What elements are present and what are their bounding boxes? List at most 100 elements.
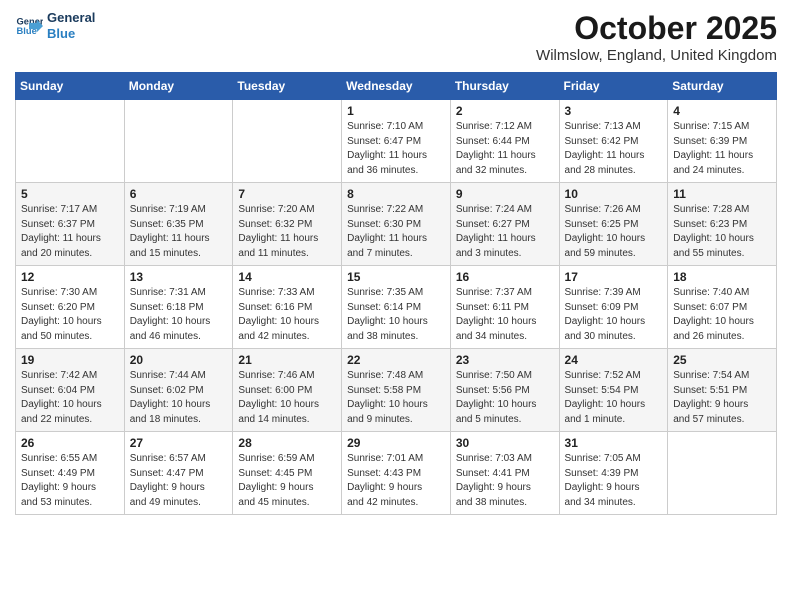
calendar-cell: 13 Sunrise: 7:31 AM Sunset: 6:18 PM Dayli… (124, 266, 233, 349)
calendar-cell: 1Sunrise: 7:10 AM Sunset: 6:47 PM Daylig… (342, 100, 451, 183)
day-info: Sunrise: 7:50 AM Sunset: 5:56 PM Dayligh… (456, 369, 554, 427)
calendar-cell: 29Sunrise: 7:01 AM Sunset: 4:43 PM Dayli… (342, 432, 451, 515)
calendar-cell: 25Sunrise: 7:54 AM Sunset: 5:51 PM Dayli… (668, 349, 777, 432)
day-info: Sunrise: 7:54 AM Sunset: 5:51 PM Dayligh… (673, 369, 771, 427)
day-number: 28 (238, 436, 336, 450)
week-row-5: 26Sunrise: 6:55 AM Sunset: 4:49 PM Dayli… (16, 432, 777, 515)
day-number: 12 (21, 270, 119, 284)
day-number: 31 (565, 436, 663, 450)
calendar-table: SundayMondayTuesdayWednesdayThursdayFrid… (15, 72, 777, 515)
day-info: Sunrise: 7:13 AM Sunset: 6:42 PM Dayligh… (565, 120, 663, 178)
calendar-cell: 12 Sunrise: 7:30 AM Sunset: 6:20 PM Dayli… (16, 266, 125, 349)
day-number: 6 (130, 187, 228, 201)
weekday-header-friday: Friday (559, 73, 668, 100)
day-number: 24 (565, 353, 663, 367)
day-info: Sunrise: 7:17 AM Sunset: 6:37 PM Dayligh… (21, 203, 119, 261)
day-info: Sunrise: 7:22 AM Sunset: 6:30 PM Dayligh… (347, 203, 445, 261)
calendar-cell: 16 Sunrise: 7:37 AM Sunset: 6:11 PM Dayli… (450, 266, 559, 349)
calendar-cell: 4 Sunrise: 7:15 AM Sunset: 6:39 PM Daylig… (668, 100, 777, 183)
logo-text: General Blue (47, 10, 95, 41)
weekday-header-saturday: Saturday (668, 73, 777, 100)
calendar-cell: 3 Sunrise: 7:13 AM Sunset: 6:42 PM Daylig… (559, 100, 668, 183)
day-number: 22 (347, 353, 445, 367)
location-title: Wilmslow, England, United Kingdom (536, 47, 777, 64)
day-info: Sunrise: 7:05 AM Sunset: 4:39 PM Dayligh… (565, 452, 663, 510)
calendar-cell (124, 100, 233, 183)
calendar-cell: 31 Sunrise: 7:05 AM Sunset: 4:39 PM Dayli… (559, 432, 668, 515)
calendar-cell: 8 Sunrise: 7:22 AM Sunset: 6:30 PM Daylig… (342, 183, 451, 266)
weekday-header-row: SundayMondayTuesdayWednesdayThursdayFrid… (16, 73, 777, 100)
day-number: 5 (21, 187, 119, 201)
weekday-header-wednesday: Wednesday (342, 73, 451, 100)
day-number: 9 (456, 187, 554, 201)
calendar-cell (16, 100, 125, 183)
calendar-cell: 19 Sunrise: 7:42 AM Sunset: 6:04 PM Dayli… (16, 349, 125, 432)
day-number: 16 (456, 270, 554, 284)
calendar-cell: 15 Sunrise: 7:35 AM Sunset: 6:14 PM Dayli… (342, 266, 451, 349)
calendar-cell: 10 Sunrise: 7:26 AM Sunset: 6:25 PM Dayli… (559, 183, 668, 266)
day-number: 8 (347, 187, 445, 201)
day-number: 20 (130, 353, 228, 367)
day-info: Sunrise: 7:19 AM Sunset: 6:35 PM Dayligh… (130, 203, 228, 261)
day-info: Sunrise: 7:24 AM Sunset: 6:27 PM Dayligh… (456, 203, 554, 261)
calendar-cell: 27 Sunrise: 6:57 AM Sunset: 4:47 PM Dayli… (124, 432, 233, 515)
calendar-cell: 17 Sunrise: 7:39 AM Sunset: 6:09 PM Dayli… (559, 266, 668, 349)
day-number: 11 (673, 187, 771, 201)
calendar-cell: 2Sunrise: 7:12 AM Sunset: 6:44 PM Daylig… (450, 100, 559, 183)
day-number: 3 (565, 104, 663, 118)
calendar-cell: 14 Sunrise: 7:33 AM Sunset: 6:16 PM Dayli… (233, 266, 342, 349)
week-row-1: 1Sunrise: 7:10 AM Sunset: 6:47 PM Daylig… (16, 100, 777, 183)
day-number: 30 (456, 436, 554, 450)
header: General Blue General Blue October 2025 W… (15, 10, 777, 64)
day-info: Sunrise: 7:01 AM Sunset: 4:43 PM Dayligh… (347, 452, 445, 510)
week-row-2: 5 Sunrise: 7:17 AM Sunset: 6:37 PM Daylig… (16, 183, 777, 266)
calendar-cell: 30 Sunrise: 7:03 AM Sunset: 4:41 PM Dayli… (450, 432, 559, 515)
calendar-cell: 28 Sunrise: 6:59 AM Sunset: 4:45 PM Dayli… (233, 432, 342, 515)
day-info: Sunrise: 7:52 AM Sunset: 5:54 PM Dayligh… (565, 369, 663, 427)
day-info: Sunrise: 7:12 AM Sunset: 6:44 PM Dayligh… (456, 120, 554, 178)
day-number: 21 (238, 353, 336, 367)
day-number: 4 (673, 104, 771, 118)
weekday-header-sunday: Sunday (16, 73, 125, 100)
day-info: Sunrise: 7:48 AM Sunset: 5:58 PM Dayligh… (347, 369, 445, 427)
day-number: 19 (21, 353, 119, 367)
day-info: Sunrise: 7:30 AM Sunset: 6:20 PM Dayligh… (21, 286, 119, 344)
day-info: Sunrise: 7:26 AM Sunset: 6:25 PM Dayligh… (565, 203, 663, 261)
week-row-4: 19 Sunrise: 7:42 AM Sunset: 6:04 PM Dayli… (16, 349, 777, 432)
day-number: 15 (347, 270, 445, 284)
day-info: Sunrise: 6:57 AM Sunset: 4:47 PM Dayligh… (130, 452, 228, 510)
day-number: 1 (347, 104, 445, 118)
calendar-cell: 20 Sunrise: 7:44 AM Sunset: 6:02 PM Dayli… (124, 349, 233, 432)
day-number: 10 (565, 187, 663, 201)
day-info: Sunrise: 7:31 AM Sunset: 6:18 PM Dayligh… (130, 286, 228, 344)
calendar-cell: 26Sunrise: 6:55 AM Sunset: 4:49 PM Dayli… (16, 432, 125, 515)
day-info: Sunrise: 7:03 AM Sunset: 4:41 PM Dayligh… (456, 452, 554, 510)
day-info: Sunrise: 7:37 AM Sunset: 6:11 PM Dayligh… (456, 286, 554, 344)
day-info: Sunrise: 7:40 AM Sunset: 6:07 PM Dayligh… (673, 286, 771, 344)
day-info: Sunrise: 7:42 AM Sunset: 6:04 PM Dayligh… (21, 369, 119, 427)
title-area: October 2025 Wilmslow, England, United K… (536, 10, 777, 64)
day-number: 27 (130, 436, 228, 450)
day-info: Sunrise: 7:33 AM Sunset: 6:16 PM Dayligh… (238, 286, 336, 344)
calendar-cell: 6 Sunrise: 7:19 AM Sunset: 6:35 PM Daylig… (124, 183, 233, 266)
day-number: 18 (673, 270, 771, 284)
calendar-cell (233, 100, 342, 183)
day-info: Sunrise: 6:59 AM Sunset: 4:45 PM Dayligh… (238, 452, 336, 510)
day-info: Sunrise: 7:35 AM Sunset: 6:14 PM Dayligh… (347, 286, 445, 344)
weekday-header-thursday: Thursday (450, 73, 559, 100)
day-number: 17 (565, 270, 663, 284)
day-number: 13 (130, 270, 228, 284)
day-info: Sunrise: 6:55 AM Sunset: 4:49 PM Dayligh… (21, 452, 119, 510)
day-number: 23 (456, 353, 554, 367)
day-info: Sunrise: 7:44 AM Sunset: 6:02 PM Dayligh… (130, 369, 228, 427)
calendar-cell: 7Sunrise: 7:20 AM Sunset: 6:32 PM Daylig… (233, 183, 342, 266)
calendar-cell: 5 Sunrise: 7:17 AM Sunset: 6:37 PM Daylig… (16, 183, 125, 266)
weekday-header-tuesday: Tuesday (233, 73, 342, 100)
day-info: Sunrise: 7:20 AM Sunset: 6:32 PM Dayligh… (238, 203, 336, 261)
calendar-cell: 21Sunrise: 7:46 AM Sunset: 6:00 PM Dayli… (233, 349, 342, 432)
day-info: Sunrise: 7:15 AM Sunset: 6:39 PM Dayligh… (673, 120, 771, 178)
week-row-3: 12 Sunrise: 7:30 AM Sunset: 6:20 PM Dayli… (16, 266, 777, 349)
day-info: Sunrise: 7:39 AM Sunset: 6:09 PM Dayligh… (565, 286, 663, 344)
calendar-cell: 18 Sunrise: 7:40 AM Sunset: 6:07 PM Dayli… (668, 266, 777, 349)
day-number: 14 (238, 270, 336, 284)
